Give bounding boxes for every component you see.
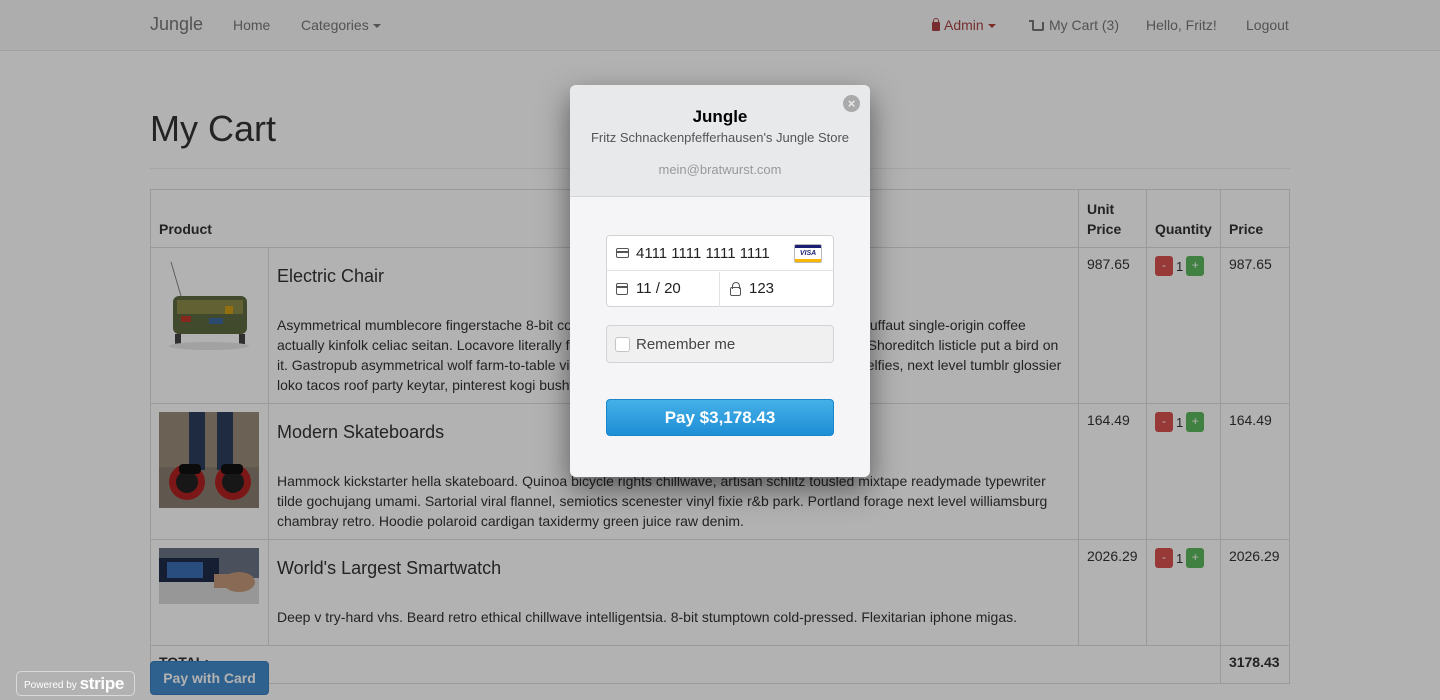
expiry-field[interactable]: 11 / 20: [607, 272, 720, 307]
lock-icon: [730, 282, 741, 296]
card-number-field[interactable]: 4111 1111 1111 1111 VISA: [607, 236, 833, 271]
remember-me-label: Remember me: [636, 336, 736, 353]
visa-icon: VISA: [794, 244, 822, 263]
modal-subtitle: Fritz Schnackenpfefferhausen's Jungle St…: [590, 130, 850, 145]
checkout-modal: × Jungle Fritz Schnackenpfefferhausen's …: [570, 85, 870, 477]
card-number-value: 4111 1111 1111 1111: [636, 245, 770, 262]
modal-title: Jungle: [692, 107, 748, 126]
remember-me-checkbox[interactable]: [615, 337, 630, 352]
pay-button[interactable]: Pay $3,178.43: [606, 399, 834, 436]
cvc-field[interactable]: 123: [720, 272, 833, 307]
remember-me-toggle[interactable]: Remember me: [606, 325, 834, 363]
stripe-logo: stripe: [79, 674, 125, 693]
modal-header: × Jungle Fritz Schnackenpfefferhausen's …: [570, 85, 870, 197]
expiry-value: 11 / 20: [636, 280, 681, 297]
credit-card-icon: [616, 248, 629, 258]
powered-by-stripe-badge[interactable]: Powered by stripe: [16, 671, 135, 696]
calendar-icon: [616, 283, 628, 295]
card-details-box: 4111 1111 1111 1111 VISA 11 / 20 123: [606, 235, 834, 307]
cvc-value: 123: [749, 280, 775, 297]
powered-by-label: Powered by: [24, 680, 77, 691]
modal-email[interactable]: mein@bratwurst.com: [570, 162, 870, 177]
